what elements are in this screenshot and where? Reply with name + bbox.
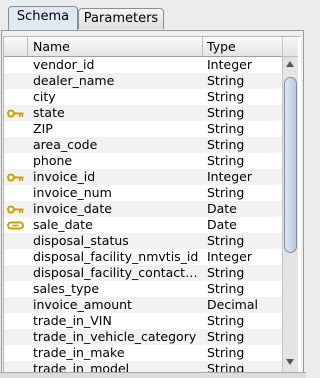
field-type-cell: Integer <box>207 249 252 264</box>
field-type-cell: Integer <box>207 169 252 184</box>
field-name-cell: invoice_id <box>33 169 96 184</box>
key-icon <box>7 205 24 214</box>
table-row[interactable]: area_code String <box>4 137 285 153</box>
table-row[interactable]: trade_in_make String <box>4 345 285 361</box>
scrollbar-thumb[interactable] <box>284 77 297 253</box>
column-header-name[interactable]: Name <box>28 37 203 56</box>
field-type-cell: String <box>207 73 245 88</box>
key-icon <box>7 173 24 182</box>
field-type-cell: String <box>207 345 245 360</box>
field-name-cell: invoice_date <box>33 201 112 216</box>
table-row[interactable]: trade_in_vehicle_category String <box>4 329 285 345</box>
field-type-cell: String <box>207 265 245 280</box>
row-icon-cell <box>4 265 28 281</box>
vertical-scrollbar[interactable] <box>282 37 298 378</box>
header-corner <box>4 37 28 56</box>
field-type-cell: String <box>207 153 245 168</box>
row-icon-cell <box>4 201 28 217</box>
field-type-cell: String <box>207 233 245 248</box>
row-icon-cell <box>4 105 28 121</box>
field-type-cell: Decimal <box>207 297 258 312</box>
table-row[interactable]: trade_in_VIN String <box>4 313 285 329</box>
table-row[interactable]: disposal_status String <box>4 233 285 249</box>
row-icon-cell <box>4 329 28 345</box>
row-icon-cell <box>4 297 28 313</box>
table-row[interactable]: invoice_num String <box>4 185 285 201</box>
table-row[interactable]: state String <box>4 105 285 121</box>
field-type-cell: String <box>207 89 245 104</box>
column-header-type[interactable]: Type <box>203 37 285 56</box>
field-type-cell: String <box>207 185 245 200</box>
table-body: vendor_id Integer dealer_name String city Str… <box>4 57 285 377</box>
field-name-cell: disposal_facility_nmvtis_id <box>33 249 199 264</box>
field-type-cell: String <box>207 329 245 344</box>
table-row[interactable]: city String <box>4 89 285 105</box>
row-icon-cell <box>4 73 28 89</box>
field-type-cell: Date <box>207 201 237 216</box>
scroll-up-arrow-icon[interactable] <box>286 61 294 67</box>
field-name-cell: trade_in_vehicle_category <box>33 329 197 344</box>
linked-key-icon <box>7 221 24 230</box>
tab-bar: Schema Parameters <box>0 0 306 31</box>
field-name-cell: invoice_num <box>33 185 112 200</box>
field-name-cell: sales_type <box>33 281 100 296</box>
row-icon-cell <box>4 217 28 233</box>
table-row[interactable]: invoice_amount Decimal <box>4 297 285 313</box>
row-icon-cell <box>4 89 28 105</box>
table-row[interactable]: invoice_date Date <box>4 201 285 217</box>
table-row[interactable]: disposal_facility_nmvtis_id Integer <box>4 249 285 265</box>
field-type-cell: String <box>207 105 245 120</box>
tab-schema[interactable]: Schema <box>8 6 78 31</box>
table-row[interactable]: sale_date Date <box>4 217 285 233</box>
tab-parameters[interactable]: Parameters <box>78 8 164 29</box>
row-icon-cell <box>4 153 28 169</box>
field-name-cell: sale_date <box>33 217 93 232</box>
table-header: Name Type <box>4 37 285 57</box>
field-type-cell: Date <box>207 217 237 232</box>
row-icon-cell <box>4 137 28 153</box>
table-row[interactable]: phone String <box>4 153 285 169</box>
field-name-cell: disposal_status <box>33 233 129 248</box>
field-name-cell: invoice_amount <box>33 297 132 312</box>
row-icon-cell <box>4 313 28 329</box>
row-icon-cell <box>4 249 28 265</box>
row-icon-cell <box>4 121 28 137</box>
field-name-cell: trade_in_VIN <box>33 313 112 328</box>
field-name-cell: ZIP <box>33 121 53 136</box>
scroll-down-arrow-icon[interactable] <box>286 359 294 365</box>
bottom-edge <box>0 372 306 378</box>
field-name-cell: disposal_facility_contact… <box>33 265 198 280</box>
key-icon <box>7 109 24 118</box>
field-name-cell: state <box>33 105 65 120</box>
field-name-cell: phone <box>33 153 73 168</box>
table-row[interactable]: ZIP String <box>4 121 285 137</box>
field-name-cell: area_code <box>33 137 98 152</box>
row-icon-cell <box>4 57 28 73</box>
row-icon-cell <box>4 233 28 249</box>
field-type-cell: Integer <box>207 57 252 72</box>
field-name-cell: dealer_name <box>33 73 115 88</box>
row-icon-cell <box>4 169 28 185</box>
schema-panel-window: Schema Parameters Name Type vendor_id Int… <box>0 0 306 378</box>
table-row[interactable]: dealer_name String <box>4 73 285 89</box>
field-type-cell: String <box>207 137 245 152</box>
table-row[interactable]: sales_type String <box>4 281 285 297</box>
field-name-cell: city <box>33 89 56 104</box>
table-row[interactable]: disposal_facility_contact… String <box>4 265 285 281</box>
row-icon-cell <box>4 281 28 297</box>
scrollbar-corner <box>283 37 298 57</box>
field-name-cell: trade_in_make <box>33 345 125 360</box>
row-icon-cell <box>4 345 28 361</box>
field-name-cell: vendor_id <box>33 57 95 72</box>
field-type-cell: String <box>207 121 245 136</box>
row-icon-cell <box>4 185 28 201</box>
table-row[interactable]: invoice_id Integer <box>4 169 285 185</box>
table-row[interactable]: vendor_id Integer <box>4 57 285 73</box>
schema-table: Name Type vendor_id Integer dealer_name Str… <box>3 36 301 378</box>
field-type-cell: String <box>207 281 245 296</box>
field-type-cell: String <box>207 313 245 328</box>
